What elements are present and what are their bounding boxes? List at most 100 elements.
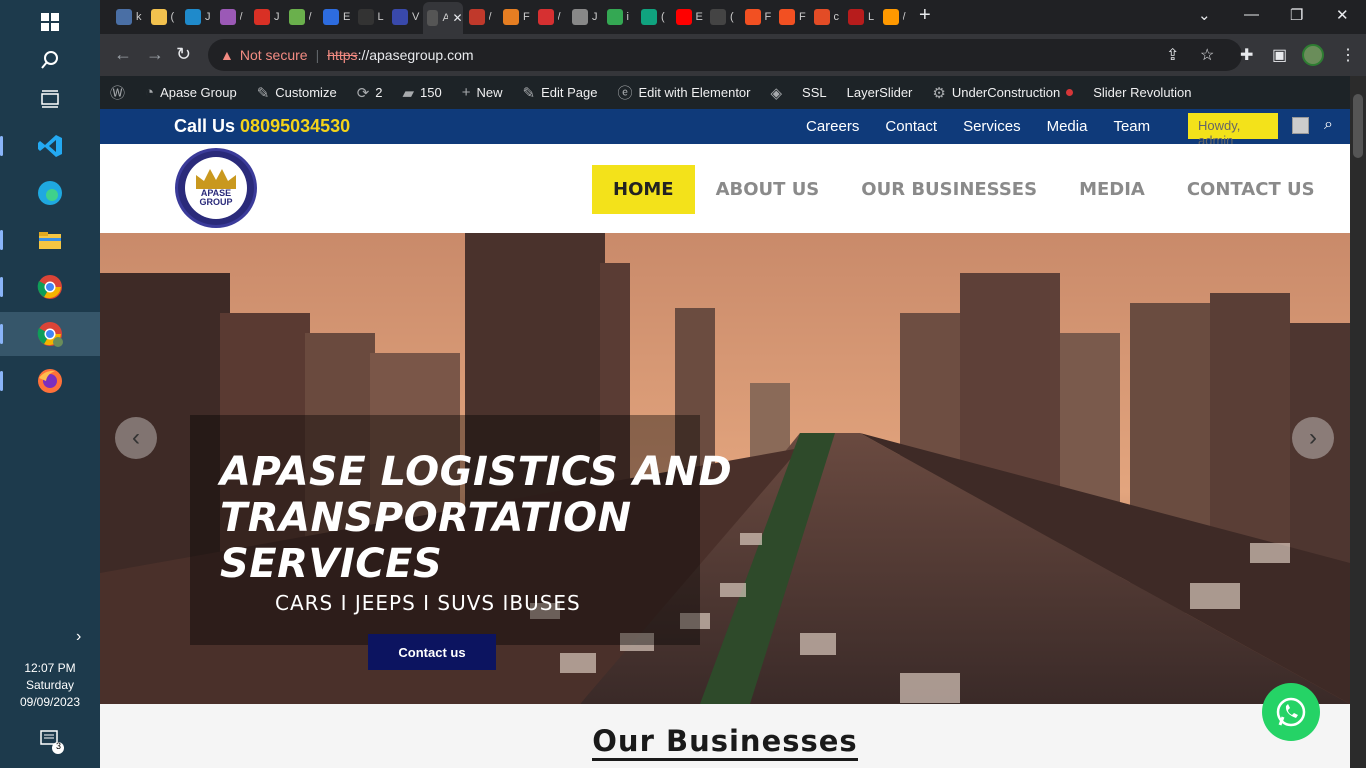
restore-icon[interactable]: ❐: [1290, 6, 1303, 24]
admin-underconstruction-link[interactable]: ⚙ UnderConstruction: [922, 76, 1083, 109]
bookmark-star-icon[interactable]: ☆: [1200, 45, 1214, 65]
tab-title: L: [377, 11, 384, 23]
search-icon[interactable]: ⌕: [1324, 116, 1333, 134]
page-scrollbar[interactable]: [1350, 76, 1366, 768]
section-title: Our Businesses: [100, 724, 1350, 761]
browser-window: k(J / J / E L V A ✕ / F / Ji(E(F Fc L / + ⌄ — ❐ ✕ ← → ↻ …: [100, 0, 1366, 768]
task-view-icon[interactable]: [0, 77, 100, 121]
admin-avatar[interactable]: [1292, 117, 1309, 134]
browser-tab[interactable]: E: [319, 6, 353, 28]
search-icon[interactable]: [0, 38, 100, 82]
edge-icon[interactable]: [0, 171, 100, 215]
browser-tab[interactable]: J: [568, 6, 602, 28]
forward-icon[interactable]: →: [146, 44, 164, 65]
browser-tab[interactable]: /: [879, 6, 913, 28]
admin-updates-link[interactable]: ⟳ 2: [347, 76, 393, 109]
chevron-right-icon[interactable]: ›: [76, 628, 81, 646]
profile-avatar[interactable]: [1302, 44, 1324, 66]
admin-elementor-link[interactable]: ⓔ Edit with Elementor: [607, 76, 760, 109]
close-tab-icon[interactable]: ✕: [452, 11, 462, 25]
browser-tab[interactable]: /: [465, 6, 499, 28]
back-icon[interactable]: ←: [114, 44, 132, 65]
tab-favicon: [675, 9, 692, 25]
top-link-media[interactable]: Media: [1047, 118, 1088, 135]
admin-edit-page-link[interactable]: ✎ Edit Page: [513, 76, 608, 109]
browser-tab[interactable]: E: [672, 6, 706, 28]
admin-comments-count: 150: [420, 85, 442, 100]
top-link-team[interactable]: Team: [1113, 118, 1150, 135]
browser-tab[interactable]: c: [810, 6, 844, 28]
browser-tab[interactable]: J: [250, 6, 284, 28]
tab-favicon: [150, 9, 167, 25]
share-icon[interactable]: ⇪: [1166, 45, 1179, 65]
admin-comments-link[interactable]: ▰ 150: [393, 76, 452, 109]
minimize-icon[interactable]: —: [1244, 6, 1259, 23]
admin-slider-rev-link[interactable]: Slider Revolution: [1083, 76, 1201, 109]
admin-ssl-link[interactable]: ◈ SSL: [761, 76, 837, 109]
browser-tab[interactable]: F: [775, 6, 809, 28]
admin-site-label: Apase Group: [160, 85, 237, 100]
slider-next-icon[interactable]: ›: [1292, 417, 1334, 459]
tab-title: J: [274, 11, 280, 23]
pencil-icon: ✎: [522, 84, 536, 102]
top-link-contact[interactable]: Contact: [885, 118, 937, 135]
browser-tab[interactable]: L: [844, 6, 878, 28]
new-tab-button[interactable]: +: [919, 4, 931, 27]
browser-tab[interactable]: /: [534, 6, 568, 28]
top-link-services[interactable]: Services: [963, 118, 1021, 135]
phone-number[interactable]: 08095034530: [240, 116, 350, 136]
tab-strip: k(J / J / E L V A ✕ / F / Ji(E(F Fc L / +: [100, 0, 1366, 34]
file-explorer-icon[interactable]: [0, 218, 100, 262]
browser-tab[interactable]: /: [216, 6, 250, 28]
browser-tab[interactable]: V: [388, 6, 422, 28]
reload-icon[interactable]: ↻: [176, 44, 191, 65]
chrome-icon[interactable]: [0, 265, 100, 309]
whatsapp-icon[interactable]: [1262, 683, 1320, 741]
menu-icon[interactable]: ⋮: [1340, 45, 1356, 65]
side-panel-icon[interactable]: ▣: [1272, 45, 1287, 65]
security-label[interactable]: Not secure: [240, 47, 308, 63]
browser-tab[interactable]: L: [354, 6, 388, 28]
close-window-icon[interactable]: ✕: [1336, 6, 1349, 24]
firefox-icon[interactable]: [0, 359, 100, 403]
nav-contact-us[interactable]: CONTACT US: [1166, 165, 1336, 214]
browser-tab[interactable]: k: [112, 6, 146, 28]
tab-title: J: [592, 11, 598, 23]
plus-icon: +: [461, 84, 471, 101]
nav-our-businesses[interactable]: OUR BUSINESSES: [840, 165, 1058, 214]
browser-tab[interactable]: i: [603, 6, 637, 28]
admin-layerslider-link[interactable]: LayerSlider: [837, 76, 923, 109]
clock[interactable]: 12:07 PM Saturday 09/09/2023: [0, 660, 100, 711]
slider-prev-icon[interactable]: ‹: [115, 417, 157, 459]
nav-about-us[interactable]: ABOUT US: [695, 165, 841, 214]
site-logo[interactable]: APASE GROUP: [175, 148, 257, 228]
browser-tab[interactable]: (: [706, 6, 740, 28]
vscode-icon[interactable]: [0, 124, 100, 168]
omnibox[interactable]: ▲ Not secure | https ://apasegroup.com: [208, 39, 1242, 71]
admin-customize-link[interactable]: ✎ Customize: [247, 76, 347, 109]
hero-title: APASE LOGISTICS AND TRANSPORTATION SERVI…: [220, 449, 733, 587]
updates-icon: ⟳: [356, 84, 370, 102]
browser-tab[interactable]: (: [637, 6, 671, 28]
tab-favicon: [219, 9, 236, 25]
browser-tab[interactable]: (: [147, 6, 181, 28]
notification-icon[interactable]: 3: [38, 728, 64, 754]
howdy-admin[interactable]: Howdy, admin: [1188, 113, 1278, 148]
extensions-icon[interactable]: ✚: [1240, 45, 1253, 65]
browser-tab[interactable]: A ✕: [422, 2, 463, 34]
admin-new-link[interactable]: + New: [452, 76, 513, 109]
chrome-profile-icon[interactable]: [0, 312, 100, 356]
contact-us-button[interactable]: Contact us: [368, 634, 496, 670]
browser-tab[interactable]: /: [285, 6, 319, 28]
browser-tab[interactable]: F: [499, 6, 533, 28]
top-link-careers[interactable]: Careers: [806, 118, 859, 135]
tab-search-icon[interactable]: ⌄: [1198, 6, 1211, 24]
wp-logo[interactable]: Ⓦ: [100, 76, 135, 109]
browser-tab[interactable]: J: [181, 6, 215, 28]
browser-tab[interactable]: F: [741, 6, 775, 28]
nav-home[interactable]: HOME: [592, 165, 695, 214]
admin-site-link[interactable]: ◔ Apase Group: [135, 76, 247, 109]
scrollbar-thumb[interactable]: [1353, 94, 1363, 158]
tab-favicon: [813, 9, 830, 25]
nav-media[interactable]: MEDIA: [1058, 165, 1166, 214]
